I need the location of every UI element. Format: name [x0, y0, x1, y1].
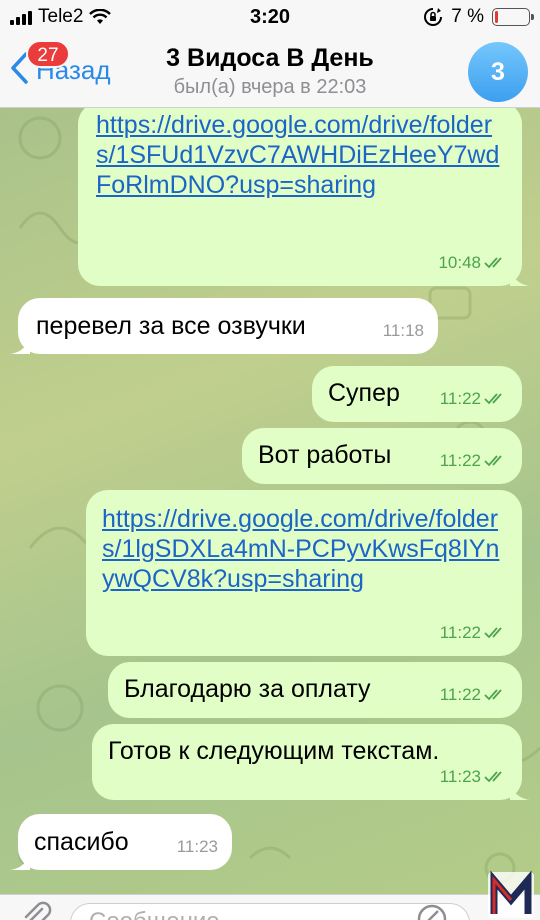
message-bubble[interactable]: Готов к следующим текстам. 11:23	[92, 724, 530, 800]
message-meta: 11:22	[440, 680, 508, 710]
message-time: 11:23	[439, 767, 481, 786]
bubble-tail	[10, 852, 30, 870]
bubble-tail	[10, 336, 30, 354]
message-time: 11:23	[176, 837, 218, 856]
status-bar: Tele2 3:20 7 %	[0, 0, 540, 36]
message-time: 11:18	[382, 321, 424, 340]
double-check-icon	[484, 393, 502, 405]
message-bubble[interactable]: https://drive.google.com/drive/folders/1…	[78, 108, 530, 286]
avatar[interactable]: 3	[468, 42, 528, 102]
chat-title[interactable]: 3 Видоса В День	[0, 44, 540, 73]
message-meta: 10:48	[438, 248, 508, 278]
message-time: 11:22	[439, 685, 481, 704]
message-meta: 11:22	[440, 618, 508, 648]
double-check-icon	[484, 771, 502, 783]
paperclip-icon[interactable]	[18, 899, 52, 920]
message-meta: 11:22	[440, 384, 508, 414]
status-right: 7 %	[423, 6, 534, 28]
message-bubble[interactable]: Вот работы 11:22	[242, 428, 522, 484]
message-bubble[interactable]: перевел за все озвучки 11:18	[10, 298, 438, 354]
message-link[interactable]: https://drive.google.com/drive/folders/1…	[102, 504, 508, 594]
message-input[interactable]: Сообщение	[70, 903, 470, 920]
bubble-tail	[510, 268, 530, 286]
message-meta: 11:23	[177, 832, 218, 862]
battery-percent: 7 %	[451, 6, 484, 27]
bubble-tail	[510, 782, 530, 800]
double-check-icon	[484, 455, 502, 467]
watermark-logo	[488, 870, 534, 918]
double-check-icon	[484, 689, 502, 701]
message-bubble[interactable]: спасибо 11:23	[10, 814, 232, 870]
message-input-placeholder: Сообщение	[89, 908, 220, 920]
message-time: 11:22	[439, 623, 481, 642]
message-time: 10:48	[438, 253, 481, 272]
message-list[interactable]: https://drive.google.com/drive/folders/1…	[0, 108, 540, 894]
message-bubble[interactable]: Благодарю за оплату 11:22	[108, 662, 522, 718]
message-meta: 11:18	[383, 316, 424, 346]
double-check-icon	[484, 627, 502, 639]
message-link[interactable]: https://drive.google.com/drive/folders/1…	[96, 110, 504, 200]
message-bubble[interactable]: Супер 11:22	[312, 366, 522, 422]
message-text: перевел за все озвучки	[36, 312, 306, 340]
chat-header: Назад 27 3 Видоса В День был(а) вчера в …	[0, 36, 540, 108]
battery-icon	[492, 8, 534, 26]
orientation-lock-icon	[424, 8, 443, 26]
message-meta: 11:22	[440, 446, 508, 476]
double-check-icon	[484, 257, 502, 269]
message-time: 11:22	[439, 451, 481, 470]
sticker-icon[interactable]	[416, 903, 448, 920]
message-bubble[interactable]: https://drive.google.com/drive/folders/1…	[86, 490, 522, 656]
last-seen-status: был(а) вчера в 22:03	[173, 76, 367, 98]
composer-bar: Сообщение	[0, 894, 540, 920]
message-meta: 11:23	[440, 762, 508, 792]
message-time: 11:22	[439, 389, 481, 408]
